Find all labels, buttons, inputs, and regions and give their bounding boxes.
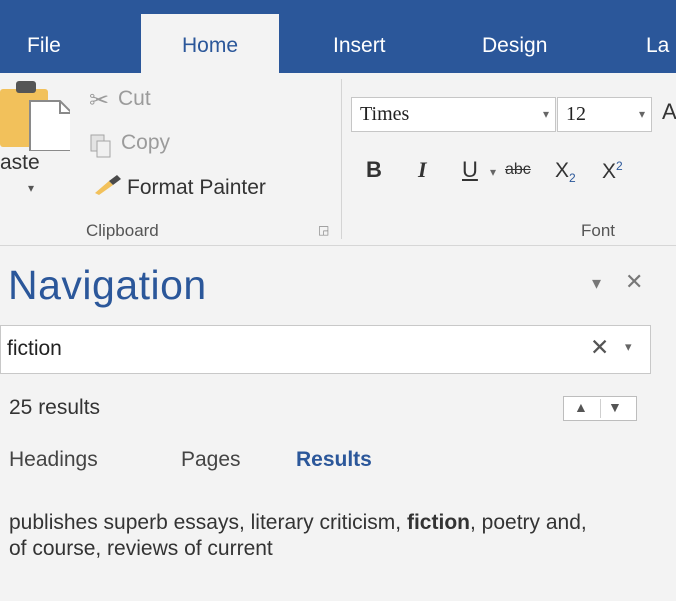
close-icon[interactable]: ✕ bbox=[625, 269, 643, 295]
copy-icon bbox=[89, 133, 113, 159]
search-options-dropdown-icon[interactable]: ▾ bbox=[625, 339, 632, 355]
tab-pages[interactable]: Pages bbox=[181, 448, 241, 472]
group-separator bbox=[341, 79, 342, 239]
grow-font-button[interactable]: A bbox=[662, 99, 676, 125]
up-arrow-icon[interactable]: ▲ bbox=[574, 399, 588, 415]
paste-icon bbox=[0, 81, 73, 152]
strikethrough-button[interactable]: abc bbox=[505, 161, 531, 179]
tab-insert[interactable]: Insert bbox=[333, 14, 386, 73]
format-painter-label[interactable]: Format Painter bbox=[127, 176, 266, 200]
navigation-title: Navigation bbox=[8, 262, 207, 308]
result-match-highlight: fiction bbox=[406, 511, 470, 534]
tab-headings[interactable]: Headings bbox=[9, 448, 98, 472]
clipboard-group-label: Clipboard bbox=[86, 221, 159, 240]
paste-label[interactable]: aste bbox=[0, 151, 40, 175]
search-result-item[interactable]: publishes superb essays, literary critic… bbox=[9, 510, 609, 562]
pane-options-dropdown-icon[interactable]: ▾ bbox=[592, 273, 601, 294]
navigation-pane: Navigation ▾ ✕ ✕ ▾ 25 results ▲ ▼ Headin… bbox=[0, 246, 676, 601]
paste-dropdown-arrow-icon[interactable]: ▾ bbox=[28, 181, 34, 195]
search-box[interactable]: ✕ ▾ bbox=[0, 325, 651, 374]
font-name-combo[interactable]: Times ▾ bbox=[351, 97, 556, 132]
font-size-combo[interactable]: 12 ▾ bbox=[557, 97, 652, 132]
font-name-dropdown-arrow-icon[interactable]: ▾ bbox=[543, 98, 549, 131]
font-name-value: Times bbox=[360, 103, 410, 125]
search-input[interactable] bbox=[7, 334, 567, 364]
font-group-label: Font bbox=[581, 221, 616, 240]
italic-button[interactable]: I bbox=[418, 157, 427, 183]
result-navigation-buttons: ▲ ▼ bbox=[563, 396, 637, 421]
ribbon-tab-bar: File Home Insert Design La bbox=[0, 0, 676, 73]
superscript-button[interactable]: X2 bbox=[602, 159, 623, 184]
tab-file[interactable]: File bbox=[27, 14, 61, 73]
cut-icon: ✂ bbox=[89, 87, 110, 114]
subscript-label: X bbox=[555, 159, 570, 182]
ribbon-home: aste ▾ ✂ Cut Copy Format Painter Clipboa… bbox=[0, 73, 676, 246]
down-arrow-icon[interactable]: ▼ bbox=[608, 399, 622, 415]
font-size-value: 12 bbox=[566, 103, 586, 125]
superscript-mark: 2 bbox=[616, 159, 623, 173]
dialog-launcher-icon[interactable]: ◲ bbox=[318, 223, 329, 237]
button-divider bbox=[600, 399, 601, 418]
results-count: 25 results bbox=[9, 396, 101, 419]
underline-dropdown-arrow-icon[interactable]: ▾ bbox=[490, 165, 496, 179]
superscript-label: X bbox=[602, 160, 617, 183]
result-text-before: publishes superb essays, literary critic… bbox=[9, 511, 402, 534]
clear-search-icon[interactable]: ✕ bbox=[590, 334, 609, 361]
underline-button[interactable]: U bbox=[462, 157, 478, 183]
font-size-dropdown-arrow-icon[interactable]: ▾ bbox=[639, 98, 645, 131]
tab-layout[interactable]: La bbox=[646, 14, 669, 73]
copy-button-label[interactable]: Copy bbox=[121, 131, 170, 155]
tab-home[interactable]: Home bbox=[141, 14, 279, 73]
subscript-button[interactable]: X2 bbox=[555, 159, 576, 185]
paste-button[interactable] bbox=[0, 79, 73, 152]
bold-button[interactable]: B bbox=[366, 157, 382, 183]
cut-button-label[interactable]: Cut bbox=[118, 87, 151, 111]
tab-results[interactable]: Results bbox=[296, 448, 372, 472]
tab-design[interactable]: Design bbox=[482, 14, 547, 73]
subscript-mark: 2 bbox=[569, 171, 576, 186]
format-painter-icon bbox=[93, 173, 123, 197]
